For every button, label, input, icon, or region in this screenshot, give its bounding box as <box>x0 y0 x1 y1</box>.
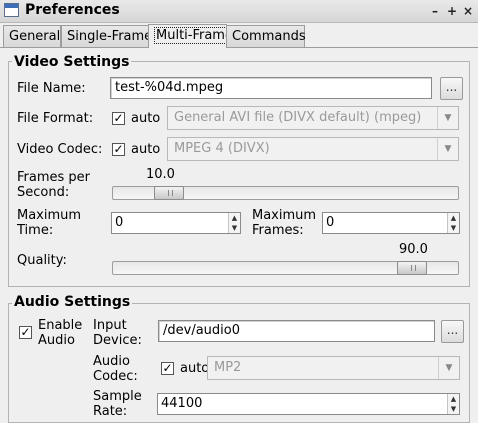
file-format-label: File Format: <box>17 111 94 126</box>
tab-commands[interactable]: Commands <box>226 25 306 47</box>
video-codec-select[interactable]: MPEG 4 (DIVX) ▼ <box>167 137 459 161</box>
fps-slider[interactable] <box>112 186 459 200</box>
max-time-label-line2: Time: <box>17 223 54 238</box>
video-codec-auto-label: auto <box>131 142 161 157</box>
video-settings-title: Video Settings <box>12 54 132 70</box>
tab-general[interactable]: General <box>3 25 61 47</box>
fps-label-line2: Second: <box>17 185 70 200</box>
quality-value: 90.0 <box>399 242 428 257</box>
sample-rate-value: 44100 <box>161 396 203 411</box>
chevron-down-icon: ▼ <box>438 357 459 379</box>
tab-general-label: General <box>9 29 61 44</box>
max-frames-spinbox[interactable]: 0 ▲ ▼ <box>322 212 460 234</box>
audio-codec-label-line2: Codec: <box>93 369 138 384</box>
enable-audio-label-line2: Audio <box>38 333 75 348</box>
file-format-value: General AVI file (DIVX default) (mpeg) <box>174 110 422 125</box>
tab-multi-frame[interactable]: Multi-Frame <box>148 24 235 48</box>
max-time-spinbox[interactable]: 0 ▲ ▼ <box>111 212 241 234</box>
audio-codec-auto-checkbox[interactable]: ✓ <box>161 362 174 375</box>
max-time-label-line1: Maximum <box>17 208 82 223</box>
input-device-input[interactable]: /dev/audio0 <box>158 320 435 342</box>
close-icon[interactable]: × <box>461 3 475 19</box>
tab-multi-frame-label: Multi-Frame <box>154 27 235 44</box>
video-codec-label: Video Codec: <box>17 142 103 157</box>
minimize-icon[interactable]: – <box>428 3 442 19</box>
maximize-icon[interactable]: + <box>445 3 459 19</box>
audio-codec-auto-label: auto <box>180 361 210 376</box>
tab-commands-label: Commands <box>232 29 306 44</box>
chevron-down-icon: ▼ <box>437 107 458 129</box>
file-name-browse-button[interactable]: ... <box>440 77 463 100</box>
chevron-down-icon: ▼ <box>437 138 458 160</box>
spin-down-icon[interactable]: ▼ <box>447 223 459 233</box>
window-title: Preferences <box>25 2 120 18</box>
fps-slider-handle[interactable] <box>154 186 184 200</box>
quality-label: Quality: <box>17 253 67 268</box>
tab-single-frame-label: Single-Frame <box>67 29 153 44</box>
spin-down-icon[interactable]: ▼ <box>447 404 459 414</box>
file-format-auto-checkbox[interactable]: ✓ <box>112 112 125 125</box>
audio-codec-value: MP2 <box>214 360 242 375</box>
quality-slider-handle[interactable] <box>397 261 427 275</box>
audio-settings-title: Audio Settings <box>12 294 133 310</box>
audio-codec-label-line1: Audio <box>93 354 130 369</box>
file-name-input[interactable]: test-%04d.mpeg <box>110 77 432 99</box>
spin-down-icon[interactable]: ▼ <box>228 223 240 233</box>
file-format-auto-label: auto <box>131 111 161 126</box>
enable-audio-label-line1: Enable <box>38 318 83 333</box>
input-device-browse-button[interactable]: ... <box>441 320 464 343</box>
tab-single-frame[interactable]: Single-Frame <box>61 25 153 47</box>
input-device-label-line2: Device: <box>93 333 142 348</box>
quality-slider[interactable] <box>112 261 459 275</box>
max-frames-label-line1: Maximum <box>252 208 317 223</box>
fps-value: 10.0 <box>146 167 175 182</box>
file-name-label: File Name: <box>17 81 86 96</box>
max-time-value: 0 <box>115 215 124 230</box>
max-frames-label-line2: Frames: <box>252 223 304 238</box>
audio-codec-select[interactable]: MP2 ▼ <box>207 356 460 380</box>
video-codec-auto-checkbox[interactable]: ✓ <box>112 143 125 156</box>
sample-rate-label-line1: Sample <box>93 389 142 404</box>
file-format-select[interactable]: General AVI file (DIVX default) (mpeg) ▼ <box>167 106 459 130</box>
app-window-icon <box>4 3 19 17</box>
fps-label-line1: Frames per <box>17 170 91 185</box>
sample-rate-spinbox[interactable]: 44100 ▲ ▼ <box>157 393 460 415</box>
video-codec-value: MPEG 4 (DIVX) <box>174 141 270 156</box>
max-frames-value: 0 <box>326 215 335 230</box>
input-device-label-line1: Input <box>93 318 127 333</box>
sample-rate-label-line2: Rate: <box>93 404 128 419</box>
enable-audio-checkbox[interactable]: ✓ <box>19 326 32 339</box>
